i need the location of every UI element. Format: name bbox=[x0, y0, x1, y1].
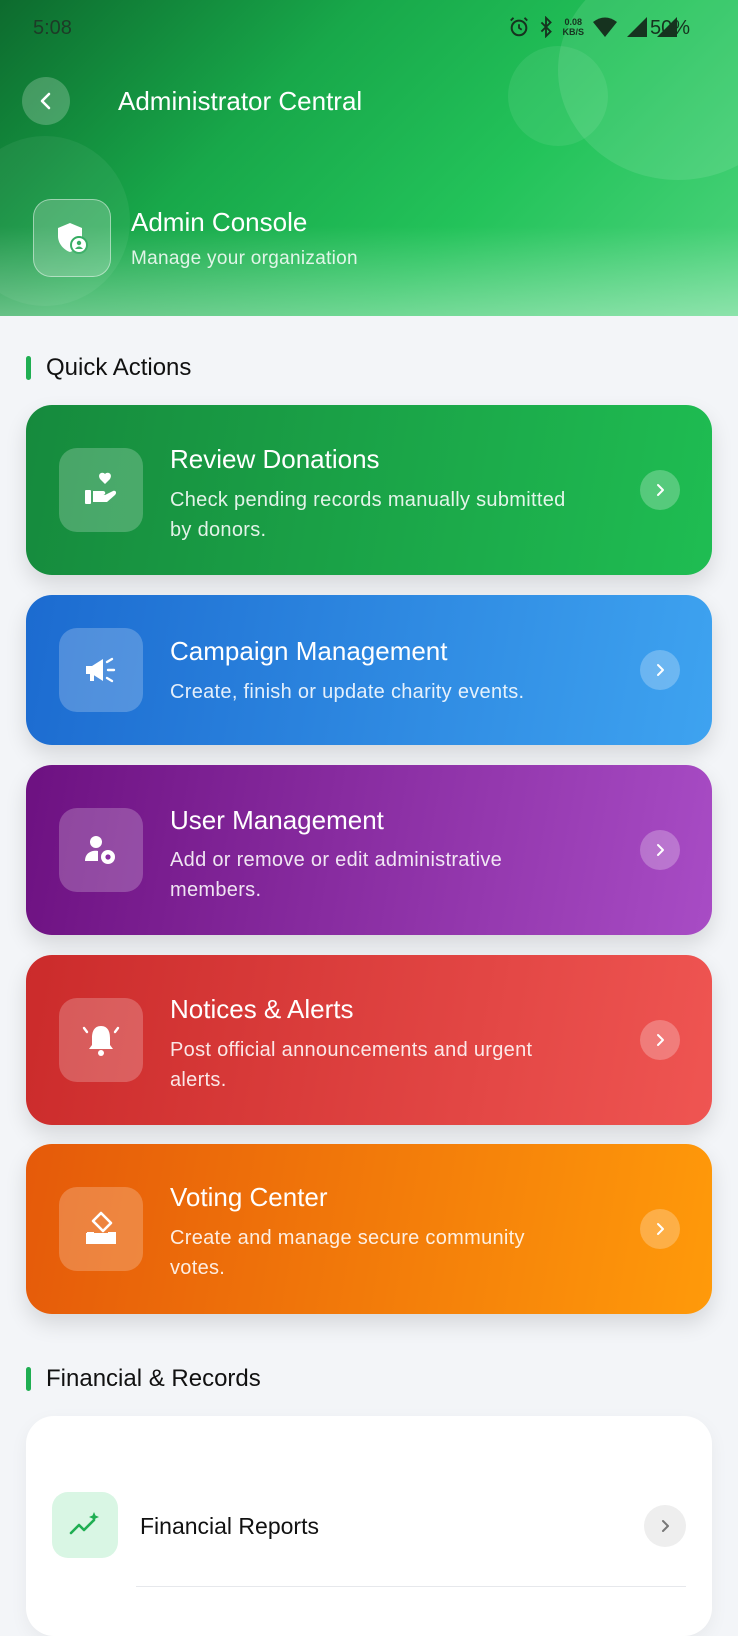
card-chevron bbox=[640, 650, 680, 690]
card-chevron bbox=[640, 830, 680, 870]
quick-action-campaign-management[interactable]: Campaign Management Create, finish or up… bbox=[26, 595, 712, 745]
card-description: Check pending records manually submitted… bbox=[170, 485, 650, 545]
admin-console-title: Admin Console bbox=[131, 207, 308, 237]
section-title: Quick Actions bbox=[46, 354, 192, 381]
card-desc-line: by donors. bbox=[170, 519, 267, 541]
card-icon-box bbox=[59, 1187, 143, 1271]
decorative-circle bbox=[508, 46, 608, 146]
card-description: Post official announcements and urgent a… bbox=[170, 1035, 650, 1095]
card-desc-line: alerts. bbox=[170, 1069, 227, 1091]
divider bbox=[136, 1586, 686, 1587]
card-icon-box bbox=[59, 998, 143, 1082]
card-icon-box bbox=[59, 628, 143, 712]
megaphone-icon bbox=[86, 657, 116, 683]
card-desc-line: Check pending records manually submitted bbox=[170, 489, 566, 511]
status-time: 5:08 bbox=[33, 17, 72, 39]
card-title: User Management bbox=[170, 805, 384, 835]
donation-hand-heart-icon bbox=[85, 472, 117, 504]
record-icon-box bbox=[52, 1492, 118, 1558]
page-title: Administrator Central bbox=[118, 86, 363, 116]
bluetooth-icon bbox=[541, 16, 553, 38]
net-speed-unit: KB/S bbox=[562, 27, 584, 37]
header: 5:08 0.08 KB/S 50% Administrator Central… bbox=[0, 0, 738, 316]
card-chevron bbox=[640, 470, 680, 510]
record-label: Financial Reports bbox=[140, 1513, 319, 1539]
card-chevron bbox=[640, 1209, 680, 1249]
record-chevron bbox=[644, 1505, 686, 1547]
admin-console-badge bbox=[33, 199, 111, 277]
card-desc-line: Create, finish or update charity events. bbox=[170, 681, 525, 703]
chevron-right-icon bbox=[662, 1520, 669, 1532]
quick-action-review-donations[interactable]: Review Donations Check pending records m… bbox=[26, 405, 712, 575]
section-header-quick-actions: Quick Actions bbox=[26, 354, 191, 382]
card-description: Add or remove or edit administrative mem… bbox=[170, 845, 650, 905]
card-title: Voting Center bbox=[170, 1182, 328, 1212]
card-desc-line: Add or remove or edit administrative bbox=[170, 849, 503, 871]
chevron-right-icon bbox=[657, 664, 664, 676]
section-header-financial-records: Financial & Records bbox=[26, 1365, 261, 1393]
user-gear-icon bbox=[85, 836, 115, 864]
back-button[interactable] bbox=[22, 77, 70, 125]
quick-action-voting-center[interactable]: Voting Center Create and manage secure c… bbox=[26, 1144, 712, 1314]
trending-chart-icon bbox=[69, 1512, 99, 1535]
card-desc-line: Post official announcements and urgent bbox=[170, 1039, 533, 1061]
signal-icon bbox=[627, 17, 647, 37]
quick-action-user-management[interactable]: User Management Add or remove or edit ad… bbox=[26, 765, 712, 935]
net-speed-value: 0.08 bbox=[564, 17, 582, 27]
card-description: Create and manage secure community votes… bbox=[170, 1223, 650, 1283]
quick-action-notices-alerts[interactable]: Notices & Alerts Post official announcem… bbox=[26, 955, 712, 1125]
section-title: Financial & Records bbox=[46, 1365, 261, 1392]
chevron-right-icon bbox=[657, 1223, 664, 1235]
card-description: Create, finish or update charity events. bbox=[170, 677, 650, 707]
bell-alert-icon bbox=[82, 1026, 120, 1056]
card-desc-line: members. bbox=[170, 879, 262, 901]
records-card: Financial Reports bbox=[26, 1416, 712, 1636]
card-title: Notices & Alerts bbox=[170, 994, 354, 1024]
chevron-left-icon bbox=[40, 92, 51, 110]
card-icon-box bbox=[59, 808, 143, 892]
card-title: Campaign Management bbox=[170, 636, 448, 666]
card-chevron bbox=[640, 1020, 680, 1060]
section-accent-bar bbox=[26, 356, 31, 380]
wifi-icon bbox=[593, 17, 617, 37]
chevron-right-icon bbox=[657, 1034, 664, 1046]
ballot-box-icon bbox=[86, 1211, 116, 1244]
section-accent-bar bbox=[26, 1367, 31, 1391]
net-speed: 0.08 KB/S bbox=[562, 17, 584, 37]
admin-console-subtitle: Manage your organization bbox=[131, 248, 358, 269]
chevron-right-icon bbox=[657, 484, 664, 496]
chevron-right-icon bbox=[657, 844, 664, 856]
shield-user-icon bbox=[58, 223, 88, 254]
status-bar: 5:08 0.08 KB/S 50% bbox=[0, 0, 738, 58]
card-desc-line: votes. bbox=[170, 1257, 226, 1279]
alarm-icon bbox=[510, 17, 529, 37]
records-item-financial-reports[interactable]: Financial Reports bbox=[26, 1492, 712, 1562]
card-title: Review Donations bbox=[170, 444, 380, 474]
card-icon-box bbox=[59, 448, 143, 532]
card-desc-line: Create and manage secure community bbox=[170, 1227, 525, 1249]
battery-level: 50% bbox=[649, 17, 690, 39]
